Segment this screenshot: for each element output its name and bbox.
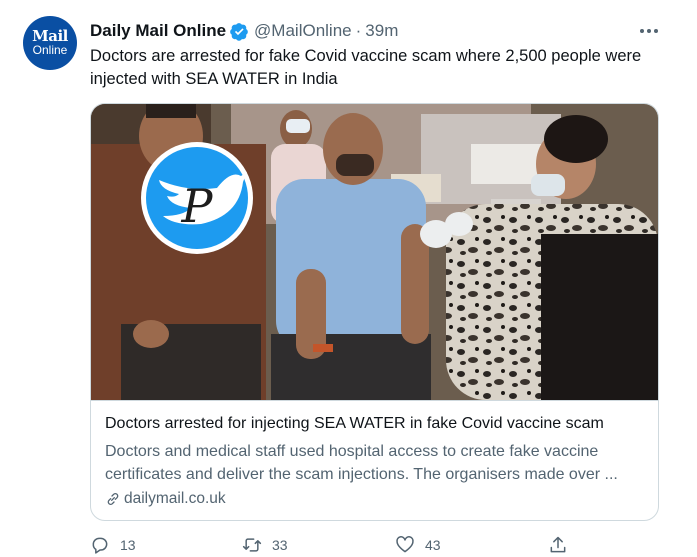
avatar-logo-line1: Mail bbox=[32, 27, 68, 45]
tweet-actions: 13 33 43 bbox=[90, 535, 570, 557]
share-icon bbox=[550, 536, 566, 553]
tweet-timestamp[interactable]: 39m bbox=[365, 21, 398, 41]
card-description: Doctors and medical staff used hospital … bbox=[105, 443, 618, 483]
card-domain-text: dailymail.co.uk bbox=[124, 490, 226, 507]
card-image[interactable]: P bbox=[91, 104, 658, 400]
dot bbox=[654, 29, 658, 33]
reply-button[interactable]: 13 bbox=[90, 535, 136, 555]
header-separator: · bbox=[355, 21, 362, 40]
reply-icon bbox=[92, 537, 108, 554]
verified-badge-icon bbox=[230, 22, 248, 41]
tweet-header: Daily Mail Online @MailOnline · 39m bbox=[90, 20, 398, 42]
link-card[interactable]: P Doctors arrested for injecting SEA WAT… bbox=[90, 103, 659, 521]
retweet-icon bbox=[242, 538, 262, 552]
share-button[interactable] bbox=[548, 535, 578, 555]
tweet-text: Doctors are arrested for fake Covid vacc… bbox=[90, 47, 642, 88]
retweet-button[interactable]: 33 bbox=[242, 535, 288, 555]
link-icon bbox=[107, 493, 119, 505]
vaccination-photo: P bbox=[91, 104, 658, 400]
avatar-logo-line2: Online bbox=[32, 43, 68, 57]
author-handle[interactable]: @MailOnline bbox=[254, 21, 352, 41]
heart-icon bbox=[396, 536, 414, 553]
more-options-icon[interactable] bbox=[640, 22, 658, 40]
avatar[interactable]: Mail Online bbox=[23, 16, 77, 70]
author-name[interactable]: Daily Mail Online bbox=[90, 21, 226, 41]
like-count: 43 bbox=[425, 537, 441, 553]
dot bbox=[640, 29, 644, 33]
watermark-letter: P bbox=[181, 179, 214, 233]
dot bbox=[647, 29, 651, 33]
retweet-count: 33 bbox=[272, 537, 288, 553]
card-body[interactable]: Doctors arrested for injecting SEA WATER… bbox=[91, 400, 658, 520]
card-title: Doctors arrested for injecting SEA WATER… bbox=[105, 415, 604, 432]
card-domain: dailymail.co.uk bbox=[105, 490, 226, 508]
reply-count: 13 bbox=[120, 537, 136, 553]
tweet[interactable]: Mail Online Daily Mail Online @MailOnlin… bbox=[0, 0, 697, 557]
like-button[interactable]: 43 bbox=[395, 535, 441, 555]
